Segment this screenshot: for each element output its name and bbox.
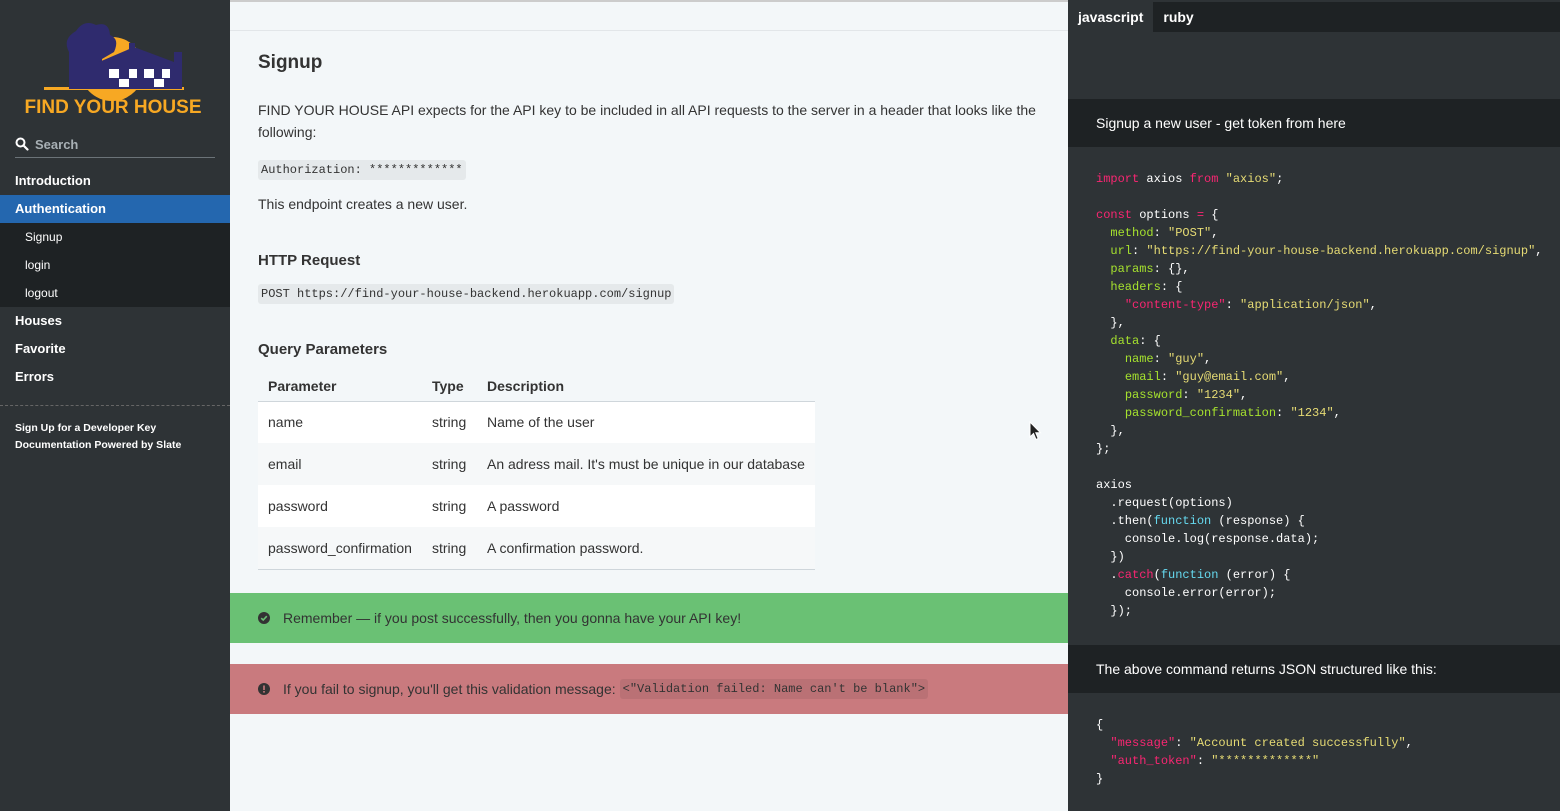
code-line: data: { (1110, 334, 1161, 348)
code-line: name: "guy", (1124, 352, 1212, 366)
toc-item-authentication[interactable]: Authentication (0, 195, 230, 223)
toc-item-favorite[interactable]: Favorite (0, 335, 230, 363)
param-type: string (422, 527, 477, 570)
toc-subitem-signup[interactable]: Signup (0, 223, 230, 251)
json-response-block: { "message": "Account created successful… (1096, 716, 1413, 788)
code-line: headers: { (1110, 280, 1183, 294)
code-line: }, (1096, 424, 1125, 438)
code-line: .catch(function (error) { (1096, 568, 1291, 582)
param-name: password (258, 485, 422, 527)
code-panel-header-signup: Signup a new user - get token from here (1068, 99, 1560, 147)
code-line: url: "https://find-your-house-backend.he… (1110, 244, 1543, 258)
column-header-parameter: Parameter (258, 371, 422, 402)
code-line: "content-type": "application/json", (1124, 298, 1377, 312)
param-name: email (258, 443, 422, 485)
code-line: }) (1096, 550, 1125, 564)
code-line: import axios from "axios"; (1096, 172, 1284, 186)
param-name: password_confirmation (258, 527, 422, 570)
intro-text: FIND YOUR HOUSE API expects for the API … (258, 102, 1036, 140)
code-line: password: "1234", (1124, 388, 1248, 402)
code-line: const options = { (1096, 208, 1219, 222)
http-request-heading: HTTP Request (258, 252, 361, 269)
auth-header-code: Authorization: ************* (258, 160, 466, 180)
param-type: string (422, 443, 477, 485)
code-line: method: "POST", (1110, 226, 1219, 240)
check-circle-icon (258, 612, 270, 624)
find-your-house-logo[interactable]: FIND YOUR HOUSE (14, 17, 212, 117)
toc-item-houses[interactable]: Houses (0, 307, 230, 335)
code-line: "message": "Account created successfully… (1110, 736, 1413, 750)
top-border (230, 0, 1068, 2)
search-input[interactable] (35, 133, 215, 155)
query-params-table: Parameter Type Description name string N… (258, 371, 815, 570)
code-line: "auth_token": "*************" (1110, 754, 1320, 768)
code-line: { (1096, 718, 1104, 732)
auth-header-value: Authorization: ************* (258, 160, 466, 180)
table-row: name string Name of the user (258, 401, 815, 443)
code-line: }, (1096, 316, 1125, 330)
code-line: console.error(error); (1096, 586, 1277, 600)
column-header-type: Type (422, 371, 477, 402)
table-header-row: Parameter Type Description (258, 371, 815, 402)
param-description: An adress mail. It's must be unique in o… (477, 443, 815, 485)
mouse-cursor-icon (1029, 421, 1042, 441)
search-box (15, 133, 215, 158)
tab-javascript[interactable]: javascript (1068, 2, 1154, 32)
param-name: name (258, 401, 422, 443)
table-row: password string A password (258, 485, 815, 527)
validation-message-code: <"Validation failed: Name can't be blank… (619, 679, 929, 699)
table-row: password_confirmation string A confirmat… (258, 527, 815, 570)
exclamation-circle-icon (258, 683, 270, 695)
page-title: Signup (258, 52, 323, 73)
tab-ruby[interactable]: ruby (1153, 2, 1203, 32)
code-line: .then(function (response) { (1096, 514, 1305, 528)
toc-subitem-login[interactable]: login (0, 251, 230, 279)
toc-item-errors[interactable]: Errors (0, 363, 230, 391)
main-content: Signup FIND YOUR HOUSE API expects for t… (230, 0, 1068, 811)
warning-notice: If you fail to signup, you'll get this v… (230, 664, 1068, 714)
language-tabs: javascript ruby (1068, 2, 1560, 32)
toc-item-introduction[interactable]: Introduction (0, 167, 230, 195)
code-line: password_confirmation: "1234", (1124, 406, 1341, 420)
code-panel: javascript ruby Signup a new user - get … (1068, 0, 1560, 811)
http-request-value: POST https://find-your-house-backend.her… (258, 284, 675, 304)
table-of-contents: Introduction Authentication Signup login… (0, 167, 230, 391)
code-line: }); (1096, 604, 1133, 618)
header-divider (230, 30, 1068, 31)
code-line: axios (1096, 478, 1133, 492)
code-panel-header-response: The above command returns JSON structure… (1068, 645, 1560, 693)
javascript-code-block: import axios from "axios"; const options… (1096, 170, 1543, 620)
code-line: } (1096, 772, 1104, 786)
toc-subitem-logout[interactable]: logout (0, 279, 230, 307)
success-notice: Remember — if you post successfully, the… (230, 593, 1068, 643)
endpoint-description: This endpoint creates a new user. (258, 196, 468, 212)
param-description: A password (477, 485, 815, 527)
toc-footer: Sign Up for a Developer Key Documentatio… (0, 405, 230, 468)
success-notice-text: Remember — if you post successfully, the… (283, 610, 742, 626)
http-request-code: POST https://find-your-house-backend.her… (258, 284, 675, 304)
param-description: A confirmation password. (477, 527, 815, 570)
slate-link[interactable]: Documentation Powered by Slate (15, 437, 215, 454)
code-line: }; (1096, 442, 1111, 456)
search-icon (15, 137, 29, 151)
sidebar: FIND YOUR HOUSE Introduction Authenticat… (0, 0, 230, 811)
table-row: email string An adress mail. It's must b… (258, 443, 815, 485)
logo-text: FIND YOUR HOUSE (24, 97, 201, 117)
warning-notice-text: If you fail to signup, you'll get this v… (283, 681, 616, 697)
param-description: Name of the user (477, 401, 815, 443)
developer-key-link[interactable]: Sign Up for a Developer Key (15, 420, 215, 437)
code-line: email: "guy@email.com", (1124, 370, 1291, 384)
code-line: .request(options) (1096, 496, 1233, 510)
query-params-heading: Query Parameters (258, 341, 388, 358)
code-line: params: {}, (1110, 262, 1190, 276)
column-header-description: Description (477, 371, 815, 402)
code-line: console.log(response.data); (1096, 532, 1320, 546)
toc-sublist-authentication: Signup login logout (0, 223, 230, 307)
param-type: string (422, 401, 477, 443)
param-type: string (422, 485, 477, 527)
